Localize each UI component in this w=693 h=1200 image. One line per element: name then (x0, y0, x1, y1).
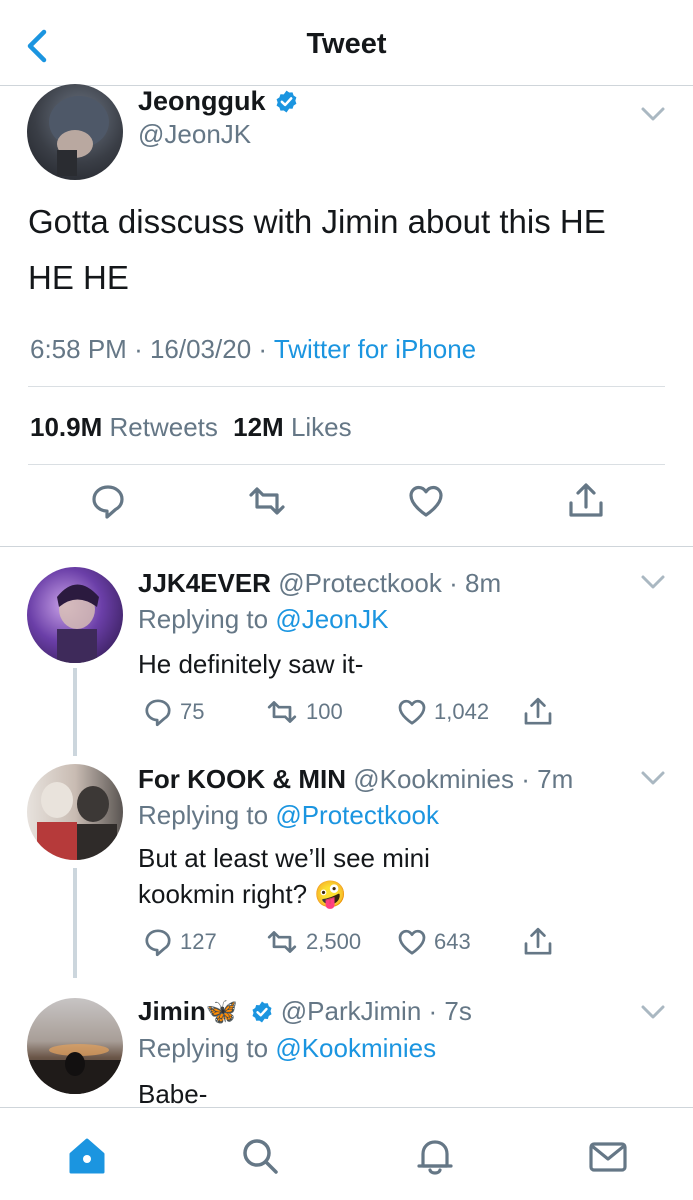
avatar[interactable] (27, 998, 123, 1094)
reply-time: 7s (444, 996, 472, 1026)
retweets-count[interactable]: 10.9M (30, 412, 102, 442)
reply-tweet[interactable]: JJK4EVER @Protectkook · 8m Replying to @… (0, 546, 693, 756)
tweet-time: 6:58 PM (30, 334, 127, 364)
tweet-source-link[interactable]: Twitter for iPhone (274, 334, 476, 364)
thread-line (73, 868, 77, 978)
reply-header: For KOOK & MIN @Kookminies · 7m (138, 764, 573, 795)
reply-text-block: But at least we’ll see mini kookmin righ… (138, 840, 498, 912)
retweet-button[interactable]: 100 (264, 696, 343, 728)
reply-header: Jimin🦋 @ParkJimin · 7s (138, 996, 472, 1027)
bottom-tab-bar (0, 1107, 693, 1200)
replying-to-label: Replying to (138, 1033, 269, 1063)
time-separator: · (514, 764, 538, 794)
like-count: 643 (434, 929, 471, 954)
avatar[interactable] (27, 764, 123, 860)
reply-count: 75 (180, 699, 205, 724)
chevron-down-icon[interactable] (640, 574, 666, 590)
replying-to: Replying to @Kookminies (138, 1033, 436, 1064)
share-button[interactable] (522, 696, 554, 728)
retweet-button[interactable]: 2,500 (264, 926, 361, 958)
tweet-meta: 6:58 PM · 16/03/20 · Twitter for iPhone (30, 334, 476, 365)
top-bar: Tweet (0, 0, 693, 86)
chevron-down-icon[interactable] (640, 106, 666, 122)
reply-author-handle[interactable]: @Protectkook (278, 568, 442, 598)
reply-author-handle[interactable]: @ParkJimin (281, 996, 422, 1026)
reply-author-name[interactable]: Jimin (138, 996, 206, 1026)
tweet-stats: 10.9M Retweets 12M Likes (30, 412, 352, 443)
main-tweet: Jeongguk @JeonJK Gotta disscuss with Jim… (0, 84, 693, 546)
avatar[interactable] (27, 84, 123, 180)
reply-author-name[interactable]: JJK4EVER (138, 568, 271, 598)
chevron-down-icon[interactable] (640, 1004, 666, 1020)
retweet-icon (267, 931, 297, 953)
retweets-label[interactable]: Retweets (110, 412, 218, 442)
like-count: 1,042 (434, 699, 490, 724)
home-icon[interactable] (65, 1134, 109, 1178)
retweet-icon (267, 701, 297, 723)
butterfly-emoji: 🦋 (205, 996, 239, 1026)
meta-separator: · (134, 334, 150, 364)
like-button[interactable]: 1,042 (396, 696, 489, 728)
reply-icon (145, 929, 171, 957)
page-title: Tweet (306, 28, 387, 60)
reply-icon (145, 699, 171, 727)
verified-badge-icon (252, 1001, 272, 1023)
like-button[interactable]: 643 (396, 926, 471, 958)
author-handle[interactable]: @JeonJK (138, 119, 251, 150)
replying-to-handle[interactable]: @JeonJK (275, 604, 388, 634)
share-button[interactable] (522, 926, 554, 958)
reply-text: He definitely saw it- (138, 649, 364, 679)
share-icon (524, 697, 552, 725)
reply-tweet[interactable]: Jimin🦋 @ParkJimin · 7s Replying to @Kook… (0, 978, 693, 1107)
reply-count: 127 (180, 929, 217, 954)
retweet-icon[interactable] (247, 481, 287, 521)
search-icon[interactable] (238, 1134, 282, 1178)
retweet-count: 100 (306, 699, 343, 724)
verified-badge-icon (276, 90, 296, 112)
share-icon[interactable] (566, 481, 606, 521)
like-heart-icon (398, 699, 426, 725)
divider (28, 386, 665, 387)
reply-button[interactable]: 127 (142, 926, 217, 958)
time-separator: · (441, 568, 465, 598)
meta-separator: · (258, 334, 274, 364)
reply-tweet[interactable]: For KOOK & MIN @Kookminies · 7m Replying… (0, 746, 693, 978)
reply-time: 7m (537, 764, 574, 794)
reply-actions: 75 100 1,042 (138, 696, 578, 736)
replying-to-handle[interactable]: @Kookminies (275, 1033, 436, 1063)
tweet-actions (0, 481, 693, 531)
reply-text: Babe- (138, 1079, 208, 1107)
tweet-text: Gotta disscuss with Jimin about this HE … (28, 203, 606, 296)
tweet-date: 16/03/20 (149, 334, 252, 364)
reply-button[interactable]: 75 (142, 696, 204, 728)
replying-to: Replying to @Protectkook (138, 800, 439, 831)
reply-icon[interactable] (88, 481, 128, 521)
thread-line (73, 668, 77, 756)
like-heart-icon (398, 929, 426, 955)
reply-author-name[interactable]: For KOOK & MIN (138, 764, 346, 794)
reply-header: JJK4EVER @Protectkook · 8m (138, 568, 501, 599)
chevron-down-icon[interactable] (640, 770, 666, 786)
replying-to-label: Replying to (138, 604, 269, 634)
like-heart-icon[interactable] (406, 481, 446, 521)
author-name-row[interactable]: Jeongguk (138, 86, 299, 116)
share-icon (524, 927, 552, 955)
likes-count[interactable]: 12M (233, 412, 284, 442)
replying-to: Replying to @JeonJK (138, 604, 388, 635)
retweet-count: 2,500 (306, 929, 362, 954)
reply-time: 8m (465, 568, 502, 598)
likes-label[interactable]: Likes (291, 412, 352, 442)
reply-actions: 127 2,500 643 (138, 926, 578, 966)
replying-to-handle[interactable]: @Protectkook (275, 800, 439, 830)
author-name[interactable]: Jeongguk (138, 86, 266, 117)
replying-to-label: Replying to (138, 800, 269, 830)
time-separator: · (421, 996, 445, 1026)
avatar[interactable] (27, 567, 123, 663)
emoji-zany-face: 🤪 (314, 879, 347, 909)
notifications-icon[interactable] (413, 1134, 457, 1178)
messages-icon[interactable] (586, 1134, 630, 1178)
reply-text: But at least we’ll see mini kookmin righ… (138, 843, 430, 909)
divider (28, 464, 665, 465)
reply-author-handle[interactable]: @Kookminies (353, 764, 514, 794)
